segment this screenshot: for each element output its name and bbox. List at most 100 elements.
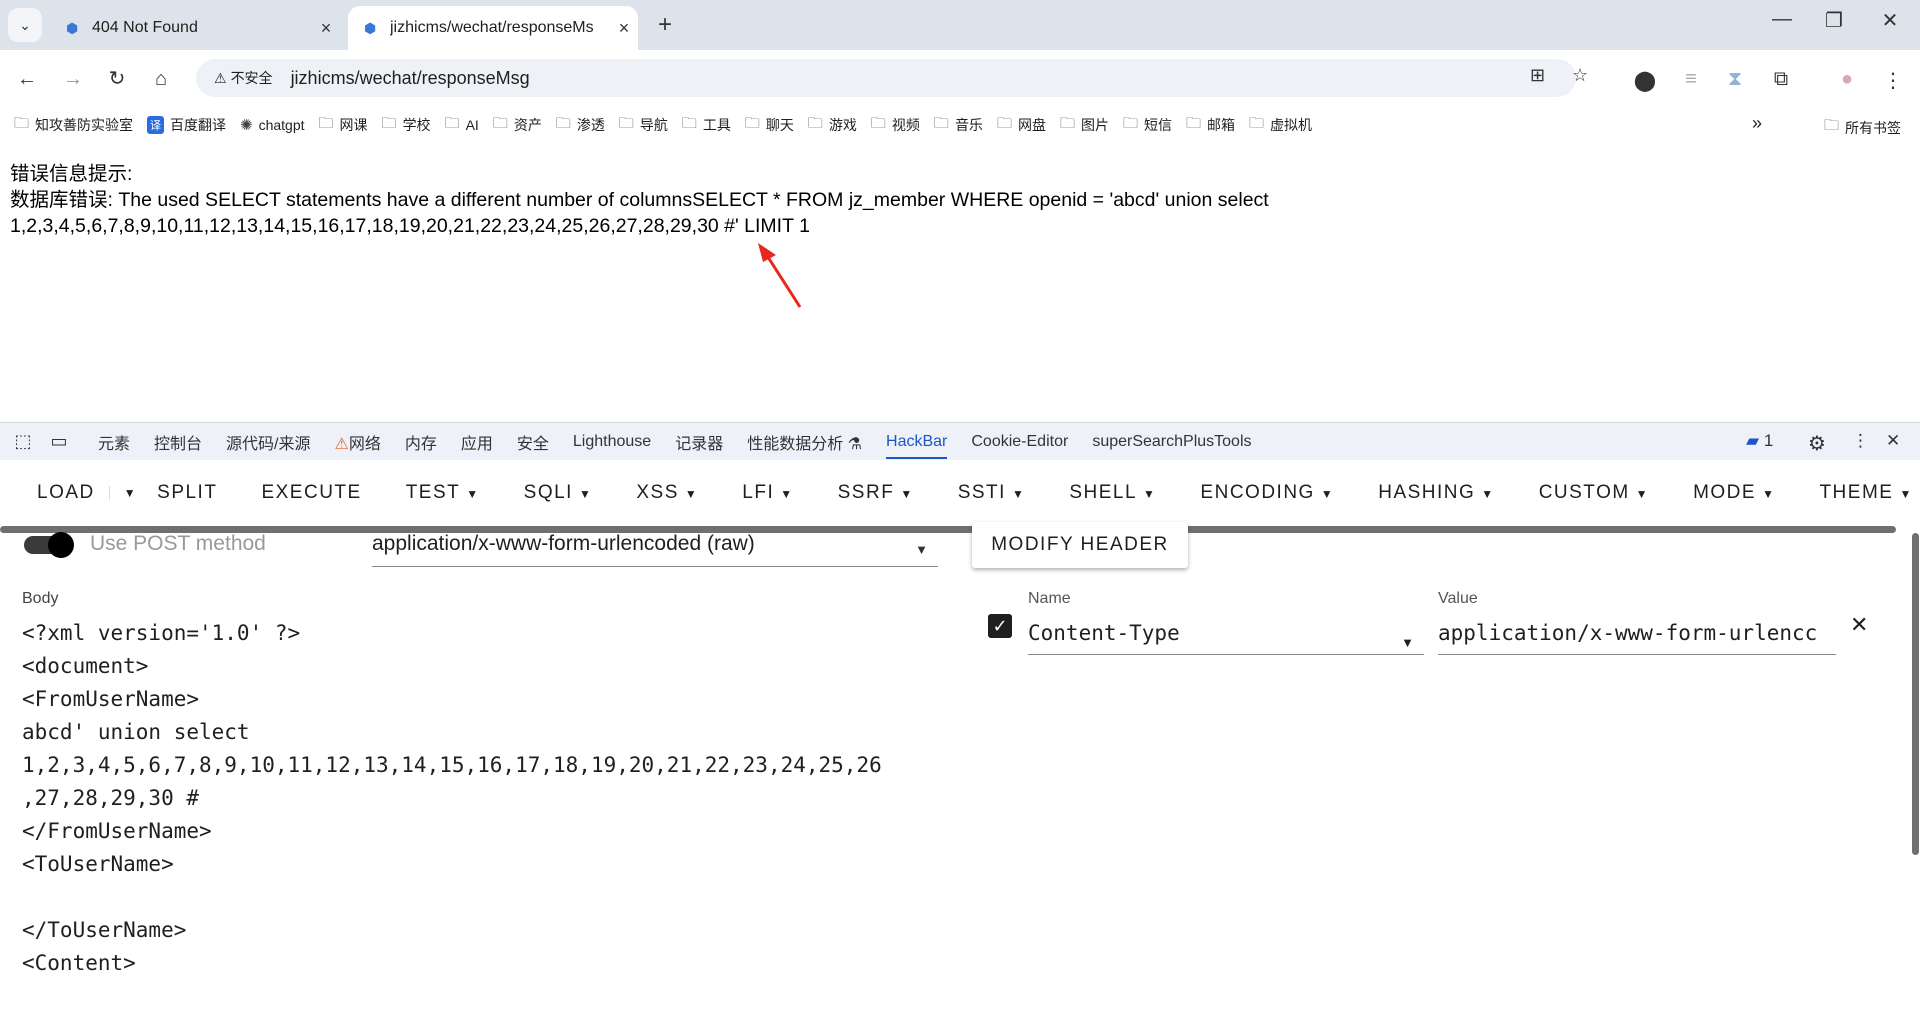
inspect-element-icon[interactable]: ⬚ <box>8 431 38 452</box>
devtools-tab-cookie-editor[interactable]: Cookie-Editor <box>971 433 1068 451</box>
url-text[interactable]: jizhicms/wechat/responseMsg <box>291 68 530 89</box>
hackbar-execute-button[interactable]: EXECUTE <box>261 482 361 504</box>
browser-tab-1[interactable]: ⬢ 404 Not Found × <box>50 6 340 50</box>
close-tab-icon[interactable]: × <box>312 18 340 39</box>
bookmark-item[interactable]: 🗀 渗透 <box>556 113 605 138</box>
back-icon[interactable]: ← <box>12 64 42 94</box>
hackbar-load-button[interactable]: LOAD <box>37 482 95 504</box>
reload-icon[interactable]: ↻ <box>102 64 132 94</box>
bookmark-item[interactable]: 🗀 邮箱 <box>1186 113 1235 138</box>
content-type-select[interactable]: application/x-www-form-urlencoded (raw) … <box>372 532 938 567</box>
bookmark-item[interactable]: 🗀 视频 <box>871 113 920 138</box>
browser-toolbar: ← → ↻ ⌂ ⚠ 不安全 jizhicms/wechat/responseMs… <box>0 50 1920 107</box>
tab-label: 性能数据分析 <box>747 435 844 453</box>
hackbar-hashing-menu[interactable]: HASHING ▼ <box>1378 482 1494 504</box>
hackbar-encoding-menu[interactable]: ENCODING ▼ <box>1200 482 1334 504</box>
bookmark-item[interactable]: 🗀 工具 <box>682 113 731 138</box>
remove-header-icon[interactable]: ✕ <box>1850 612 1868 638</box>
folder-icon: 🗀 <box>1185 114 1201 132</box>
bookmark-item[interactable]: 🗀 音乐 <box>934 113 983 138</box>
bookmark-item[interactable]: 🗀 资产 <box>493 113 542 138</box>
devtools-tab-elements[interactable]: 元素 <box>98 430 130 454</box>
hackbar-ssrf-menu[interactable]: SSRF ▼ <box>838 482 914 504</box>
hackbar-lfi-menu[interactable]: LFI ▼ <box>742 482 793 504</box>
device-toolbar-icon[interactable]: ▭ <box>44 431 74 452</box>
bookmark-item[interactable]: 🗀 导航 <box>619 113 668 138</box>
devtools-tab-supersearch[interactable]: superSearchPlusTools <box>1092 433 1251 451</box>
minimize-button[interactable]: — <box>1762 8 1802 31</box>
bookmark-item[interactable]: ✺ chatgpt <box>240 116 305 134</box>
profile-avatar-icon[interactable]: ● <box>1832 68 1862 91</box>
hackbar-split-button[interactable]: SPLIT <box>157 482 217 504</box>
bookmark-label: 视频 <box>891 117 920 133</box>
extension-bars-icon[interactable]: ≡ <box>1676 68 1706 91</box>
more-menu-icon[interactable]: ⋮ <box>1878 68 1908 93</box>
bookmark-item[interactable]: 🗀 图片 <box>1060 113 1109 138</box>
hackbar-theme-menu[interactable]: THEME ▼ <box>1819 482 1912 504</box>
bookmark-item[interactable]: 🗀 虚拟机 <box>1249 113 1312 138</box>
close-window-button[interactable]: ✕ <box>1870 8 1910 33</box>
hackbar-sqli-menu[interactable]: SQLI ▼ <box>524 482 593 504</box>
bookmark-item[interactable]: 🗀 短信 <box>1123 113 1172 138</box>
bookmarks-overflow-icon[interactable]: » <box>1752 113 1762 134</box>
menu-label: SSRF <box>837 481 895 503</box>
vertical-scrollbar[interactable] <box>1912 533 1919 855</box>
devtools-tab-application[interactable]: 应用 <box>461 430 493 454</box>
hackbar-ssti-menu[interactable]: SSTI ▼ <box>958 482 1026 504</box>
bookmark-item[interactable]: 🗀 AI <box>445 113 479 138</box>
hackbar-custom-menu[interactable]: CUSTOM ▼ <box>1539 482 1649 504</box>
devtools-tab-security[interactable]: 安全 <box>517 430 549 454</box>
devtools-tab-recorder[interactable]: 记录器 <box>675 430 723 454</box>
bookmarks-bar: 🗀 知攻善防实验室 译百度翻译 ✺ chatgpt 🗀 网课 🗀 学校 🗀 AI 🗀 资产 … <box>0 107 1920 143</box>
bookmark-item[interactable]: 🗀 聊天 <box>745 113 794 138</box>
close-tab-icon[interactable]: × <box>610 18 638 39</box>
modify-header-button[interactable]: MODIFY HEADER <box>972 522 1188 568</box>
hackbar-mode-menu[interactable]: MODE ▼ <box>1693 482 1775 504</box>
address-bar[interactable]: ⚠ 不安全 jizhicms/wechat/responseMsg ⊞ ☆ <box>196 59 1588 97</box>
body-textarea[interactable]: <?xml version='1.0' ?> <document> <FromU… <box>22 617 882 980</box>
hackbar-test-menu[interactable]: TEST ▼ <box>406 482 480 504</box>
devtools-tab-console[interactable]: 控制台 <box>154 430 202 454</box>
extensions-puzzle-icon[interactable]: ⧉ <box>1766 68 1796 91</box>
home-icon[interactable]: ⌂ <box>146 64 176 94</box>
extension-circle-icon[interactable]: ⬤ <box>1630 68 1660 93</box>
post-method-toggle[interactable] <box>24 532 74 558</box>
all-bookmarks-button[interactable]: 🗀 所有书签 <box>1824 115 1901 140</box>
body-label: Body <box>22 590 59 607</box>
security-indicator[interactable]: ⚠ 不安全 <box>206 63 281 93</box>
horizontal-scrollbar[interactable] <box>0 526 1896 533</box>
devtools-tab-memory[interactable]: 内存 <box>405 430 437 454</box>
bookmark-star-icon[interactable]: ☆ <box>1572 65 1588 86</box>
devtools-tab-network[interactable]: ⚠网络 <box>334 430 380 454</box>
bookmark-item[interactable]: 🗀 网课 <box>319 113 368 138</box>
new-tab-button[interactable]: + <box>650 10 680 40</box>
browser-tab-2[interactable]: ⬢ jizhicms/wechat/responseMs × <box>348 6 638 50</box>
header-name-field[interactable]: Content-Type ▼ <box>1028 617 1424 655</box>
translate-icon[interactable]: ⊞ <box>1530 65 1545 86</box>
forward-icon[interactable]: → <box>58 64 88 94</box>
restore-button[interactable]: ❐ <box>1814 8 1854 33</box>
close-devtools-icon[interactable]: ✕ <box>1886 431 1900 451</box>
bookmark-item[interactable]: 译百度翻译 <box>147 115 226 135</box>
devtools-tab-performance-insights[interactable]: 性能数据分析 ⚗ <box>747 430 862 454</box>
tab-title: jizhicms/wechat/responseMs <box>390 19 594 36</box>
devtools-tab-sources[interactable]: 源代码/来源 <box>226 430 310 454</box>
bookmark-item[interactable]: 🗀 知攻善防实验室 <box>14 113 133 138</box>
header-enabled-checkbox[interactable]: ✓ <box>988 614 1012 638</box>
extension-hourglass-icon[interactable]: ⧗ <box>1720 68 1750 91</box>
bookmark-item[interactable]: 🗀 网盘 <box>997 113 1046 138</box>
header-value-field[interactable]: application/x-www-form-urlencc <box>1438 617 1836 655</box>
issues-badge[interactable]: ▰ 1 <box>1746 431 1773 451</box>
hackbar-xss-menu[interactable]: XSS ▼ <box>636 482 698 504</box>
folder-icon: 🗀 <box>996 114 1012 132</box>
settings-gear-icon[interactable]: ⚙ <box>1808 431 1826 456</box>
devtools-more-icon[interactable]: ⋮ <box>1852 431 1869 451</box>
devtools-tab-hackbar[interactable]: HackBar <box>886 433 948 459</box>
hackbar-shell-menu[interactable]: SHELL ▼ <box>1069 482 1156 504</box>
bookmark-item[interactable]: 🗀 学校 <box>382 113 431 138</box>
load-dropdown-caret-icon[interactable]: ▼ <box>108 485 151 500</box>
tab-search-dropdown[interactable]: ⌄ <box>8 8 42 42</box>
bookmark-label: 游戏 <box>828 117 857 133</box>
devtools-tab-lighthouse[interactable]: Lighthouse <box>573 433 651 451</box>
bookmark-item[interactable]: 🗀 游戏 <box>808 113 857 138</box>
